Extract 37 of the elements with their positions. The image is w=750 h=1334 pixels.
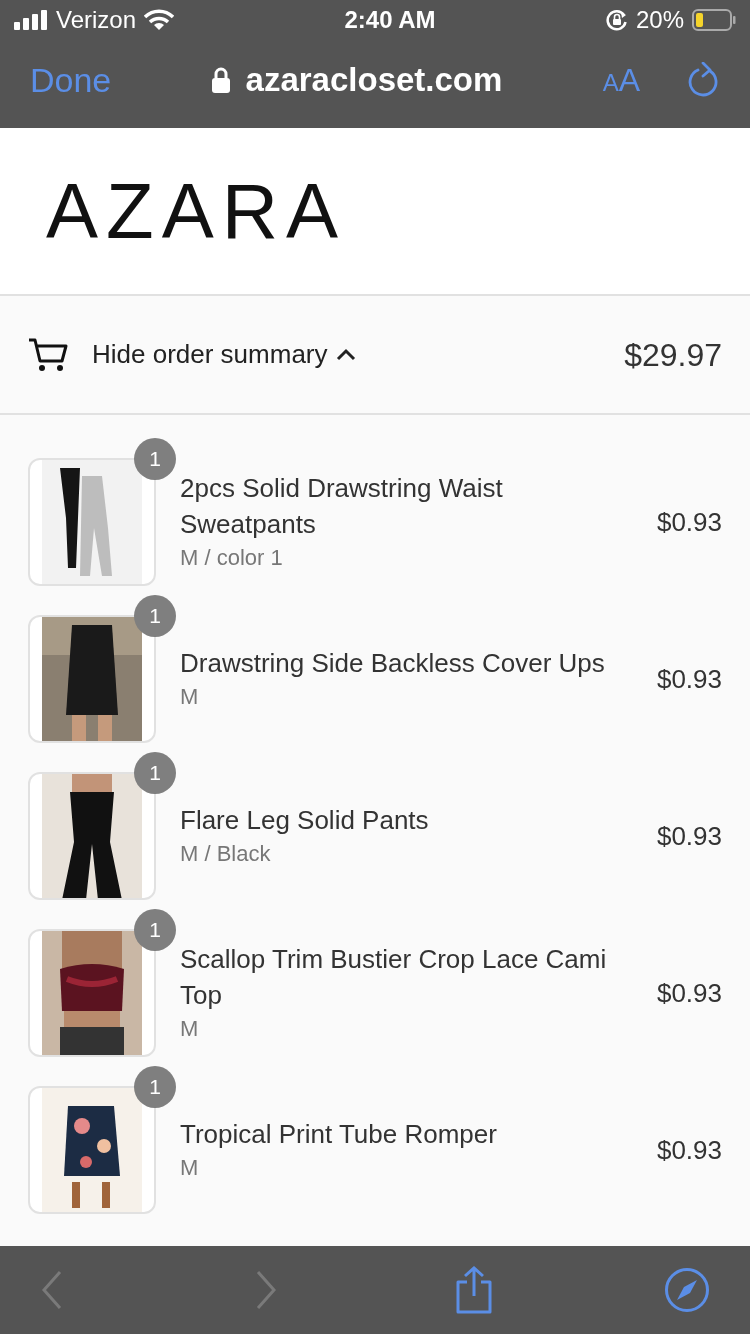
- item-variant: M: [180, 1015, 200, 1043]
- item-title: Flare Leg Solid Pants: [180, 804, 430, 837]
- item-price: $0.93: [656, 819, 722, 853]
- quantity-badge: 1: [134, 595, 176, 637]
- share-icon[interactable]: [454, 1266, 494, 1314]
- cart-icon: [28, 336, 68, 373]
- quantity-badge: 1: [134, 752, 176, 794]
- order-total: $29.97: [624, 335, 722, 375]
- item-title: Scallop Trim Bustier Crop Lace Cami Top: [180, 943, 608, 1012]
- item-variant: M / Black: [180, 840, 272, 868]
- battery-percent: 20%: [635, 5, 684, 35]
- quantity-badge: 1: [134, 909, 176, 951]
- status-time: 2:40 AM: [344, 5, 436, 35]
- order-summary-toggle[interactable]: Hide order summary: [92, 335, 356, 374]
- url-text: azaracloset.com: [245, 60, 503, 101]
- store-logo[interactable]: AZARA: [46, 172, 347, 250]
- item-title: 2pcs Solid Drawstring Waist Sweatpants: [180, 472, 504, 541]
- item-price: $0.93: [656, 662, 722, 696]
- quantity-badge: 1: [134, 1066, 176, 1108]
- compass-icon[interactable]: [664, 1267, 710, 1313]
- item-variant: M: [180, 1154, 200, 1182]
- item-variant: M / color 1: [180, 544, 284, 572]
- signal-icon: [14, 10, 48, 30]
- battery-icon: [692, 9, 736, 31]
- item-price: $0.93: [656, 976, 722, 1010]
- wifi-icon: [144, 9, 175, 31]
- item-price: $0.93: [656, 505, 722, 539]
- item-price: $0.93: [656, 1133, 722, 1167]
- item-title: Drawstring Side Backless Cover Ups: [180, 647, 606, 680]
- caret-icon: [335, 346, 356, 363]
- rotation-lock-icon: [605, 9, 628, 31]
- item-variant: M: [180, 683, 200, 711]
- item-title: Tropical Print Tube Romper: [180, 1118, 498, 1151]
- quantity-badge: 1: [134, 438, 176, 480]
- lock-icon: [211, 67, 230, 93]
- reload-icon[interactable]: [688, 62, 720, 98]
- carrier-name: Verizon: [56, 5, 137, 35]
